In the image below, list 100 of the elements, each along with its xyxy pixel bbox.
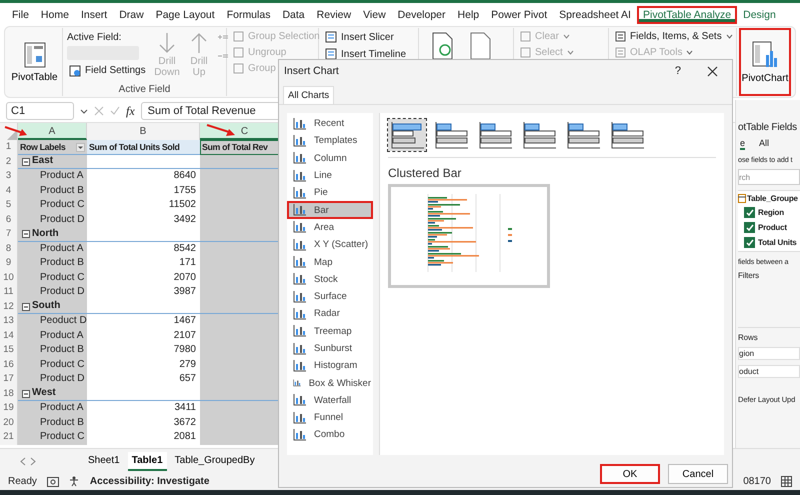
menu-tab[interactable]: Data [276,6,311,24]
arrow-icon [190,32,208,54]
chart-type-icon [293,342,306,354]
chart-type-item[interactable]: Pie [287,184,373,202]
spreadsheet-column-label[interactable]: B [87,123,200,140]
chart-type-item[interactable]: Map [287,253,373,271]
menu-tab[interactable]: Insert [74,6,114,24]
menu-tab[interactable]: Developer [392,6,452,24]
sheet-tab[interactable]: Table1 [128,452,167,470]
chart-type-item[interactable]: Funnel [287,409,373,426]
filter-dropdown-button[interactable] [76,143,85,152]
chart-type-item[interactable]: Stock [287,270,373,288]
menu-tab[interactable]: Page Layout [150,6,221,24]
chart-icon [752,40,778,68]
chart-type-item[interactable]: Recent [287,115,373,132]
menu-tab[interactable]: File [6,6,35,24]
chart-type-item[interactable]: Sunburst [287,340,373,358]
sheet-tab[interactable]: Table_GroupedBy [170,452,259,470]
menu-tab[interactable]: Draw [113,6,150,24]
chart-type-icon [293,428,306,441]
row-number: 14 [0,328,18,343]
arrow-icon [206,123,236,137]
close-icon[interactable] [707,66,718,76]
chart-type-icon [293,118,306,130]
menu-tab[interactable]: Formulas [220,6,276,24]
row-number: 11 [0,285,18,300]
caret-icon[interactable] [80,108,88,114]
dialog-button[interactable]: Cancel [668,464,728,484]
chart-type-item[interactable]: Waterfall [287,392,373,410]
search-field[interactable]: rch [738,169,800,185]
sheet-tab[interactable]: Sheet1 [84,452,124,470]
row-number: 9 [0,256,18,270]
chart-type-icon [293,238,306,251]
pane-tab[interactable]: e [740,138,746,150]
row-number: 13 [0,314,18,328]
chart-type-item[interactable]: Bar [287,201,373,219]
menu-tab[interactable]: Power Pivot [485,6,554,24]
menu-tab[interactable]: View [357,6,392,24]
name-box[interactable]: C1 [6,102,74,120]
table-cell: Product A [18,328,87,343]
menu-tab[interactable]: Help [452,6,486,24]
checkbox[interactable] [744,222,755,233]
table-icon [24,42,46,68]
cancel-icon [94,106,104,116]
row-field-item[interactable]: oduct [738,365,800,378]
chart-type-item[interactable]: Treemap [287,322,373,340]
menu-tab[interactable]: Home [34,6,75,24]
chart-type-item[interactable]: Area [287,218,373,236]
filter-command-button[interactable]: Insert Slicer [323,29,396,45]
chart-type-item[interactable]: Radar [287,305,373,323]
help-button[interactable]: ? [674,65,681,77]
menu-tab[interactable]: Spreadsheet AI [553,6,637,24]
checkbox[interactable] [744,207,755,218]
table-cell: Product C [18,430,87,444]
calculation-command-button[interactable]: Fields, Items, & Sets [613,29,735,44]
insert-function-button[interactable]: fx [126,104,135,118]
field-label: Product [758,223,787,232]
chart-type-icon [293,134,306,147]
pivotchart-button[interactable]: PivotChart [739,28,791,96]
settings-icon [69,64,81,76]
bar-chart-subtype-icon[interactable] [388,119,426,151]
row-number: 3 [0,169,18,184]
dialog-button[interactable]: OK [600,464,660,484]
field-settings-button[interactable]: Field Settings [67,62,149,78]
table-cell: North [18,227,87,242]
dialog-tab[interactable]: All Charts [283,86,334,104]
menu-tab[interactable]: Design [737,6,782,24]
accessibility-status[interactable]: Accessibility: Investigate [90,476,210,487]
row-number: 20 [0,416,18,430]
chart-type-item[interactable]: Box & Whisker [287,374,373,392]
previous-sheet-icon[interactable] [20,456,26,466]
pivottable-button[interactable]: PivotTable [7,28,63,96]
chart-type-icon [293,360,306,372]
chart-type-item[interactable]: Templates [287,132,373,150]
menu-tab[interactable]: PivotTable Analyze [636,6,738,24]
next-sheet-icon[interactable] [30,456,36,466]
chart-type-item[interactable]: Combo [287,426,373,444]
menu-tab[interactable]: Review [310,6,358,24]
collapse-toggle-icon[interactable] [22,302,30,310]
grid-view-icon[interactable] [781,476,792,487]
collapse-toggle-icon[interactable] [22,390,30,398]
chart-type-item[interactable]: X Y (Scatter) [287,236,373,254]
table-cell: Product B [18,256,87,270]
checkbox[interactable] [744,237,755,248]
spreadsheet-column-label[interactable]: A [18,123,87,140]
group-label: Active Field [118,84,172,95]
chart-type-item[interactable]: Line [287,166,373,184]
table-cell: Product C [18,198,87,212]
row-field-item[interactable]: gion [738,347,800,360]
collapse-toggle-icon[interactable] [22,230,30,238]
field-label: Region [758,208,784,217]
table-cell: Product A [18,242,87,256]
slicer-icon [325,31,337,43]
chart-type-item[interactable]: Surface [287,288,373,306]
chart-type-item[interactable]: Histogram [287,357,373,374]
table-cell: Row Labels [18,140,87,154]
chart-type-item[interactable]: Column [287,150,373,167]
collapse-toggle-icon[interactable] [22,158,30,166]
pane-tab[interactable]: All [759,138,770,150]
row-number: 15 [0,343,18,358]
